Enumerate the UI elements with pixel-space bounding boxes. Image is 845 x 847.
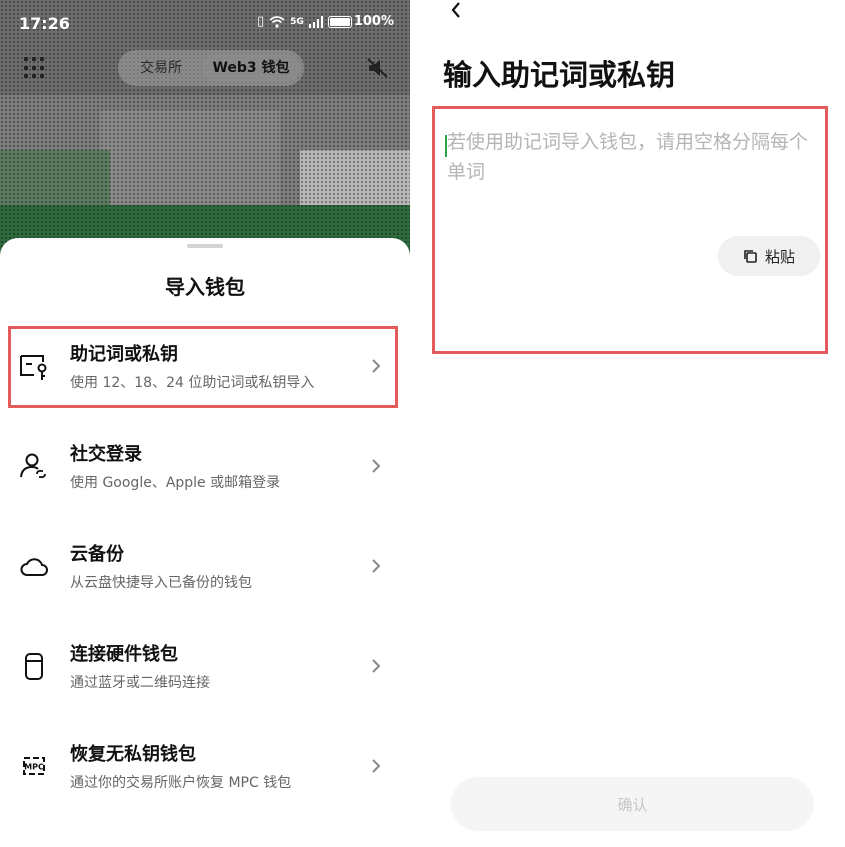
battery-percent: 100%	[353, 14, 394, 29]
key-wallet-icon	[20, 355, 47, 380]
option-title: 连接硬件钱包	[70, 644, 178, 665]
option-mpc-recovery[interactable]: MPC 恢复无私钥钱包 通过你的交易所账户恢复 MPC 钱包	[8, 726, 398, 806]
option-subtitle: 从云盘快捷导入已备份的钱包	[70, 575, 252, 591]
page-title: 输入助记词或私钥	[443, 58, 676, 92]
option-cloud-backup[interactable]: 云备份 从云盘快捷导入已备份的钱包	[8, 526, 398, 606]
chevron-right-icon	[372, 659, 381, 673]
option-social-login[interactable]: 社交登录 使用 Google、Apple 或邮箱登录	[8, 426, 398, 506]
option-hardware-wallet[interactable]: 连接硬件钱包 通过蓝牙或二维码连接	[8, 626, 398, 706]
chevron-right-icon	[372, 359, 381, 373]
option-subtitle: 使用 12、18、24 位助记词或私钥导入	[70, 375, 315, 391]
import-wallet-screen: 17:26 ▯ 5G 100% 交易所 Web3 钱包 导入钱包 助记词或私钥 …	[0, 0, 410, 847]
mnemonic-input-box: 粘贴	[432, 106, 828, 354]
hardware-wallet-icon	[25, 653, 43, 680]
mute-icon[interactable]	[365, 56, 391, 80]
mnemonic-input[interactable]	[447, 127, 819, 247]
status-time: 17:26	[19, 14, 70, 33]
battery-icon	[327, 15, 352, 28]
confirm-button[interactable]: 确认	[451, 777, 814, 831]
back-arrow-icon[interactable]	[448, 0, 464, 20]
menu-grid-icon[interactable]	[24, 57, 46, 79]
signal-icon	[308, 15, 323, 28]
option-subtitle: 通过你的交易所账户恢复 MPC 钱包	[70, 775, 292, 791]
chevron-right-icon	[372, 559, 381, 573]
tab-web3-wallet[interactable]: Web3 钱包	[202, 54, 300, 82]
sheet-title: 导入钱包	[165, 275, 245, 299]
battery-indicator: 100%	[327, 14, 394, 29]
tab-exchange[interactable]: 交易所	[122, 54, 200, 82]
paste-label: 粘贴	[764, 247, 795, 266]
option-subtitle: 使用 Google、Apple 或邮箱登录	[70, 475, 281, 491]
status-bar: 17:26 ▯ 5G 100%	[0, 0, 410, 48]
wifi-icon	[269, 15, 285, 28]
chevron-right-icon	[372, 459, 381, 473]
copy-icon	[744, 250, 757, 263]
sheet-handle[interactable]	[187, 244, 223, 248]
status-icons: ▯ 5G 100%	[257, 14, 394, 29]
option-subtitle: 通过蓝牙或二维码连接	[70, 675, 210, 691]
chevron-right-icon	[372, 759, 381, 773]
mode-switch: 交易所 Web3 钱包	[118, 50, 304, 86]
cloud-icon	[20, 558, 48, 576]
option-title: 助记词或私钥	[70, 344, 178, 365]
mpc-icon: MPC	[23, 757, 45, 775]
vibrate-icon: ▯	[257, 14, 265, 29]
mnemonic-input-screen: 输入助记词或私钥 粘贴 确认	[410, 0, 845, 847]
top-bar: 交易所 Web3 钱包	[0, 48, 410, 88]
option-title: 恢复无私钥钱包	[70, 744, 196, 765]
social-login-icon	[20, 453, 46, 479]
mpc-icon-label: MPC	[24, 763, 44, 772]
signal-5g-label: 5G	[290, 16, 304, 27]
paste-button[interactable]: 粘贴	[718, 236, 820, 276]
option-title: 云备份	[70, 544, 124, 565]
option-mnemonic-private-key[interactable]: 助记词或私钥 使用 12、18、24 位助记词或私钥导入	[8, 326, 398, 406]
option-title: 社交登录	[70, 444, 142, 465]
